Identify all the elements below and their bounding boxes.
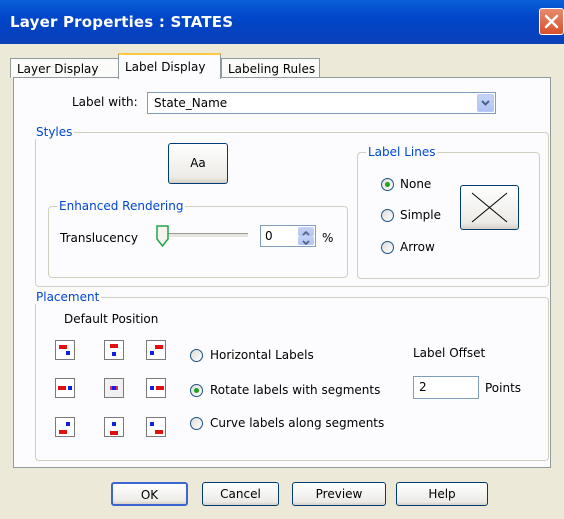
tab-layer-display[interactable]: Layer Display (10, 58, 119, 78)
position-upper-left-button[interactable] (55, 340, 75, 360)
position-upper-right-icon (155, 345, 163, 349)
font-style-button[interactable]: Aa (168, 143, 228, 184)
styles-group-title: Styles (34, 125, 75, 139)
label-with-label: Label with: (72, 95, 138, 109)
position-upper-center-button[interactable] (104, 340, 124, 360)
percent-unit: % (322, 231, 334, 245)
dropdown-button[interactable] (477, 94, 494, 112)
curve-labels-label: Curve labels along segments (210, 416, 385, 430)
default-position-label: Default Position (64, 312, 159, 326)
translucency-value: 0 (265, 229, 273, 243)
horizontal-labels-label: Horizontal Labels (210, 348, 314, 362)
label-lines-arrow-radio[interactable] (381, 241, 394, 254)
label-offset-label: Label Offset (413, 346, 486, 360)
chevron-down-icon (481, 100, 490, 106)
position-lower-left-icon (59, 430, 67, 434)
close-button[interactable] (539, 8, 564, 35)
curve-labels-radio[interactable] (190, 417, 203, 430)
position-upper-center-icon (110, 344, 118, 348)
slider-thumb-icon (156, 225, 169, 248)
position-center-button[interactable] (104, 378, 124, 398)
translucency-spinner[interactable]: 0 (260, 225, 316, 247)
label-lines-arrow-label: Arrow (400, 240, 435, 254)
position-middle-right-icon (156, 386, 164, 390)
help-button[interactable]: Help (396, 482, 488, 506)
cancel-button[interactable]: Cancel (202, 482, 279, 506)
tab-labeling-rules[interactable]: Labeling Rules (221, 58, 320, 78)
label-offset-unit: Points (485, 381, 522, 395)
label-lines-simple-label: Simple (400, 208, 441, 222)
spin-up-button[interactable] (298, 227, 314, 236)
close-icon (544, 14, 559, 29)
label-lines-simple-radio[interactable] (381, 209, 394, 222)
label-lines-title: Label Lines (366, 145, 438, 159)
label-with-select[interactable]: State_Name (147, 92, 496, 114)
cross-lines-icon (471, 192, 508, 223)
label-lines-none-radio[interactable] (381, 178, 394, 191)
label-lines-none-label: None (400, 177, 432, 191)
label-with-value: State_Name (154, 96, 228, 110)
position-lower-center-button[interactable] (104, 417, 124, 437)
preview-button[interactable]: Preview (292, 482, 386, 506)
chevron-down-icon (302, 240, 310, 246)
ok-button[interactable]: OK (111, 482, 188, 506)
translucency-slider-track[interactable] (160, 233, 248, 238)
position-middle-left-button[interactable] (55, 378, 75, 398)
horizontal-labels-radio[interactable] (190, 349, 203, 362)
position-lower-left-button[interactable] (55, 417, 75, 437)
position-lower-right-icon (155, 430, 163, 434)
label-offset-value: 2 (419, 380, 427, 394)
rotate-labels-label: Rotate labels with segments (210, 383, 381, 397)
enhanced-rendering-title: Enhanced Rendering (57, 199, 186, 213)
window-title: Layer Properties : STATES (10, 13, 234, 31)
position-lower-right-button[interactable] (146, 417, 166, 437)
label-offset-input[interactable]: 2 (413, 376, 479, 399)
position-middle-left-icon (58, 386, 66, 390)
position-upper-left-icon (59, 345, 67, 349)
tab-label-display[interactable]: Label Display (118, 53, 221, 79)
position-middle-right-button[interactable] (146, 378, 166, 398)
translucency-label: Translucency (60, 231, 138, 245)
line-style-button[interactable] (460, 185, 519, 230)
translucency-slider-thumb[interactable] (156, 225, 169, 248)
position-upper-right-button[interactable] (146, 340, 166, 360)
spin-down-button[interactable] (298, 236, 314, 246)
position-lower-center-icon (110, 431, 118, 435)
rotate-labels-radio[interactable] (190, 384, 203, 397)
layer-properties-dialog: Layer Properties : STATES Layer Display … (0, 0, 564, 519)
placement-group-title: Placement (34, 290, 102, 304)
title-bar[interactable]: Layer Properties : STATES (0, 0, 564, 44)
